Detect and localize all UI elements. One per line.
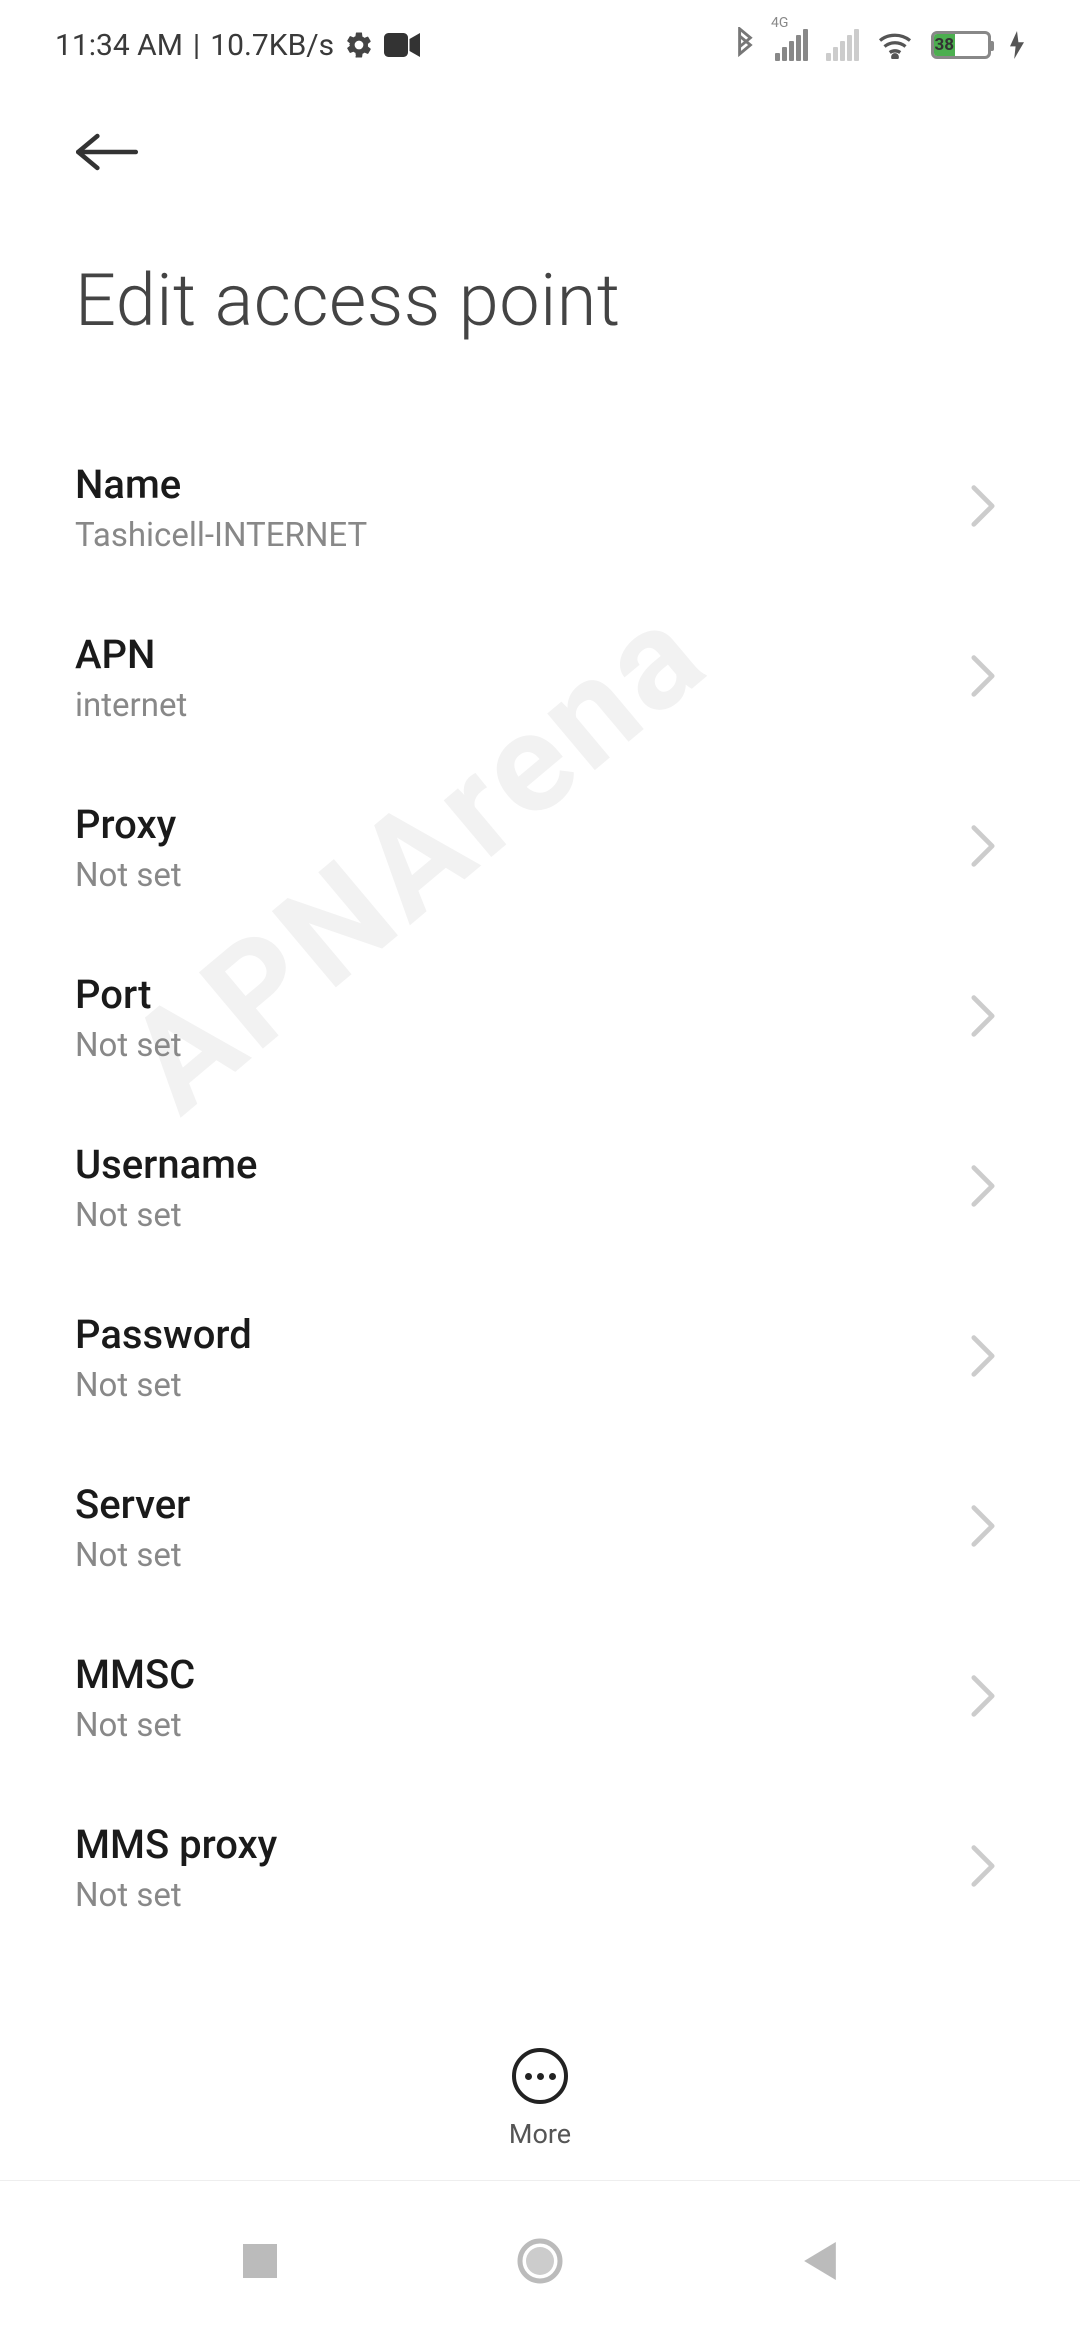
triangle-back-icon — [803, 2242, 837, 2280]
setting-value: Not set — [75, 1536, 969, 1575]
nav-back-button[interactable] — [790, 2231, 850, 2291]
setting-label: MMS proxy — [75, 1821, 969, 1868]
chevron-right-icon — [969, 1674, 997, 1722]
setting-label: Name — [75, 461, 969, 508]
more-menu-icon — [512, 2048, 568, 2104]
setting-value: Not set — [75, 1876, 969, 1915]
setting-label: Port — [75, 971, 969, 1018]
charging-bolt-icon — [1009, 31, 1025, 59]
network-type-label: 4G — [771, 15, 788, 31]
setting-row-username[interactable]: Username Not set — [75, 1103, 1005, 1273]
back-arrow-icon — [75, 130, 139, 174]
setting-label: MMSC — [75, 1651, 969, 1698]
setting-label: Password — [75, 1311, 969, 1358]
setting-label: Server — [75, 1481, 969, 1528]
chevron-right-icon — [969, 1164, 997, 1212]
setting-label: APN — [75, 631, 969, 678]
setting-value: Not set — [75, 1196, 969, 1235]
page-title: Edit access point — [0, 198, 1080, 423]
chevron-right-icon — [969, 484, 997, 532]
setting-value: Not set — [75, 856, 969, 895]
setting-value: Not set — [75, 1706, 969, 1745]
setting-value: Tashicell-INTERNET — [75, 516, 969, 555]
setting-label: Username — [75, 1141, 969, 1188]
chevron-right-icon — [969, 1334, 997, 1382]
bluetooth-icon — [733, 27, 757, 63]
setting-label: Proxy — [75, 801, 969, 848]
setting-value: Not set — [75, 1366, 969, 1405]
gear-icon — [344, 30, 374, 60]
setting-row-name[interactable]: Name Tashicell-INTERNET — [75, 423, 1005, 593]
status-separator: | — [193, 28, 200, 63]
nav-recents-button[interactable] — [230, 2231, 290, 2291]
status-bar: 11:34 AM | 10.7KB/s 4G — [0, 0, 1080, 90]
setting-row-mmsc[interactable]: MMSC Not set — [75, 1613, 1005, 1783]
setting-row-server[interactable]: Server Not set — [75, 1443, 1005, 1613]
more-label: More — [509, 2118, 571, 2150]
chevron-right-icon — [969, 654, 997, 702]
video-camera-icon — [384, 33, 420, 57]
setting-value: internet — [75, 686, 969, 725]
setting-row-password[interactable]: Password Not set — [75, 1273, 1005, 1443]
signal-strength-icon — [775, 29, 808, 61]
setting-row-proxy[interactable]: Proxy Not set — [75, 763, 1005, 933]
setting-row-mms-proxy[interactable]: MMS proxy Not set — [75, 1783, 1005, 1953]
settings-list: Name Tashicell-INTERNET APN internet Proxy No… — [0, 423, 1080, 1953]
setting-row-port[interactable]: Port Not set — [75, 933, 1005, 1103]
chevron-right-icon — [969, 1844, 997, 1892]
status-time: 11:34 AM — [55, 28, 183, 63]
nav-home-button[interactable] — [510, 2231, 570, 2291]
chevron-right-icon — [969, 1504, 997, 1552]
more-button[interactable]: More — [0, 2030, 1080, 2150]
circle-icon — [517, 2238, 563, 2284]
battery-percent: 38 — [934, 34, 955, 56]
signal-strength-sim2-icon — [826, 29, 859, 61]
setting-value: Not set — [75, 1026, 969, 1065]
status-net-speed: 10.7KB/s — [210, 28, 334, 63]
wifi-icon — [877, 31, 913, 59]
battery-icon: 38 — [931, 31, 991, 59]
back-button[interactable] — [75, 130, 139, 178]
square-icon — [243, 2244, 277, 2278]
setting-row-apn[interactable]: APN internet — [75, 593, 1005, 763]
chevron-right-icon — [969, 824, 997, 872]
chevron-right-icon — [969, 994, 997, 1042]
system-nav-bar — [0, 2180, 1080, 2340]
